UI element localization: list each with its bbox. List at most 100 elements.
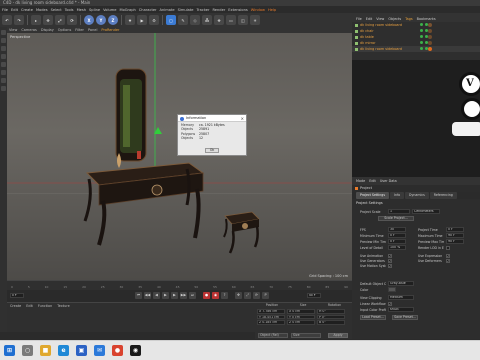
y-axis-button[interactable]: Y bbox=[96, 15, 106, 25]
autokey-icon[interactable]: ◉ bbox=[212, 292, 219, 299]
axis-mode-icon[interactable] bbox=[1, 70, 6, 75]
attribute-tab[interactable]: Project Settings bbox=[356, 192, 389, 199]
move-tool-icon[interactable]: ✥ bbox=[43, 15, 53, 25]
view-clipping-select[interactable]: Medium bbox=[388, 295, 414, 300]
redo-icon[interactable]: ↷ bbox=[14, 15, 24, 25]
cube-icon[interactable]: ▢ bbox=[166, 15, 176, 25]
value-field[interactable]: 90 F bbox=[446, 233, 464, 238]
load-preset-button[interactable]: Load Preset... bbox=[360, 315, 386, 320]
visibility-flags[interactable] bbox=[420, 35, 428, 38]
cinema4d-icon[interactable]: ◉ bbox=[130, 345, 141, 356]
scale-tool-icon[interactable]: ⤢ bbox=[55, 15, 65, 25]
windows-icon[interactable]: ⊞ bbox=[4, 345, 15, 356]
attributes-menu-item[interactable]: Edit bbox=[369, 177, 376, 185]
checkbox[interactable]: ✓ bbox=[388, 253, 392, 258]
rotation-h-field[interactable]: H 0° bbox=[317, 309, 345, 314]
rotation-p-field[interactable]: P 0° bbox=[317, 314, 345, 319]
visibility-flags[interactable] bbox=[420, 23, 428, 26]
close-icon[interactable]: × bbox=[241, 115, 244, 122]
attribute-tab[interactable]: Referencing bbox=[429, 192, 457, 199]
visibility-flags[interactable] bbox=[420, 29, 428, 32]
3d-viewport[interactable]: Perspective Grid Spacing : 100 cm bbox=[7, 33, 352, 280]
explorer-icon[interactable]: ■ bbox=[40, 345, 51, 356]
size-z-field[interactable]: Z 0 cm bbox=[287, 320, 315, 325]
z-axis-button[interactable]: Z bbox=[108, 15, 118, 25]
timeline-ruler[interactable]: 0 5 10 15 20 25 30 35 40 45 50 55 60 65 70 75 80 85 90 bbox=[7, 280, 352, 290]
checkbox[interactable]: ✓ bbox=[388, 258, 392, 263]
position-x-field[interactable]: X 7.786 cm bbox=[257, 309, 285, 314]
material-menu-item[interactable]: Function bbox=[38, 304, 52, 308]
end-frame-field[interactable]: 90 F bbox=[307, 293, 321, 298]
previous-key-icon[interactable]: ◀◀ bbox=[144, 292, 151, 299]
object-menu-item[interactable]: File bbox=[356, 17, 362, 21]
default-color-select[interactable]: Gray-Blue bbox=[388, 281, 414, 286]
linear-workflow-checkbox[interactable]: ✓ bbox=[388, 301, 392, 306]
array-icon[interactable]: ⁂ bbox=[202, 15, 212, 25]
object-menu-item[interactable]: Bookmarks bbox=[417, 17, 436, 21]
checkbox[interactable]: ✓ bbox=[388, 263, 392, 268]
material-tag-icon[interactable] bbox=[428, 47, 432, 51]
coordinate-mode-select[interactable]: Object (Rel) bbox=[258, 333, 288, 338]
polygons-mode-icon[interactable] bbox=[1, 46, 6, 51]
object-menu-item[interactable]: Tags bbox=[405, 17, 413, 21]
deformer-icon[interactable]: ❖ bbox=[214, 15, 224, 25]
material-tag-icon[interactable] bbox=[428, 23, 432, 27]
mail-icon[interactable]: ✉ bbox=[94, 345, 105, 356]
value-field[interactable]: 0 F bbox=[446, 227, 464, 232]
camera-icon[interactable]: ◫ bbox=[238, 15, 248, 25]
object-row[interactable]: dk living room sideboard bbox=[352, 46, 480, 52]
scale-key-icon[interactable]: ⤢ bbox=[244, 292, 251, 299]
record-icon[interactable]: ● bbox=[203, 292, 210, 299]
workplane-icon[interactable] bbox=[1, 86, 6, 91]
rotate-tool-icon[interactable]: ⟳ bbox=[67, 15, 77, 25]
visibility-flags[interactable] bbox=[420, 41, 428, 44]
visibility-flags[interactable] bbox=[420, 47, 428, 50]
next-key-icon[interactable]: ▶▶ bbox=[180, 292, 187, 299]
rotation-b-field[interactable]: B 0° bbox=[317, 320, 345, 325]
attributes-menu-item[interactable]: User Data bbox=[380, 177, 397, 185]
size-x-field[interactable]: X 0 cm bbox=[287, 309, 315, 314]
model-mode-icon[interactable] bbox=[1, 54, 6, 59]
material-menu-item[interactable]: Create bbox=[10, 304, 21, 308]
subdivision-icon[interactable]: ◇ bbox=[190, 15, 200, 25]
ok-button[interactable]: Ok bbox=[205, 148, 219, 153]
search-icon[interactable]: ○ bbox=[22, 345, 33, 356]
rotate-key-icon[interactable]: ⟳ bbox=[253, 292, 260, 299]
checkbox[interactable] bbox=[446, 245, 450, 250]
editor-visible-dot[interactable] bbox=[420, 23, 423, 26]
save-preset-button[interactable]: Save Preset... bbox=[392, 315, 418, 320]
move-key-icon[interactable]: ✥ bbox=[235, 292, 242, 299]
editor-visible-dot[interactable] bbox=[420, 29, 423, 32]
x-axis-button[interactable]: X bbox=[84, 15, 94, 25]
keyframe-selection-icon[interactable]: ? bbox=[221, 292, 228, 299]
undo-icon[interactable]: ↶ bbox=[2, 15, 12, 25]
light-icon[interactable]: ☀ bbox=[250, 15, 260, 25]
input-color-profile-select[interactable]: sRGB bbox=[388, 307, 414, 312]
go-to-start-icon[interactable]: ⏮ bbox=[135, 292, 142, 299]
editor-visible-dot[interactable] bbox=[420, 41, 423, 44]
edge-icon[interactable]: e bbox=[58, 345, 69, 356]
value-field[interactable]: 0 F bbox=[388, 233, 406, 238]
value-field[interactable]: 90 F bbox=[446, 239, 464, 244]
project-scale-unit-select[interactable]: Centimeters bbox=[412, 209, 440, 214]
value-field[interactable]: 30 bbox=[388, 227, 406, 232]
apply-button[interactable]: Apply bbox=[328, 333, 348, 338]
current-frame-field[interactable]: 0 F bbox=[10, 293, 24, 298]
value-field[interactable]: 0 F bbox=[388, 239, 406, 244]
pen-icon[interactable]: ✎ bbox=[178, 15, 188, 25]
material-menu-item[interactable]: Edit bbox=[26, 304, 33, 308]
position-y-field[interactable]: Y 18.451 cm bbox=[257, 314, 285, 319]
scale-project-button[interactable]: Scale Project... bbox=[378, 216, 414, 221]
object-menu-item[interactable]: Edit bbox=[366, 17, 373, 21]
previous-frame-icon[interactable]: ◀ bbox=[153, 292, 160, 299]
material-tag-icon[interactable] bbox=[428, 35, 432, 39]
param-key-icon[interactable]: P bbox=[262, 292, 269, 299]
checkbox[interactable]: ✓ bbox=[446, 258, 450, 263]
texture-mode-icon[interactable] bbox=[1, 62, 6, 67]
value-field[interactable]: 100 % bbox=[388, 245, 406, 250]
object-menu-item[interactable]: Objects bbox=[388, 17, 401, 21]
object-menu-item[interactable]: View bbox=[376, 17, 384, 21]
next-frame-icon[interactable]: ▶ bbox=[171, 292, 178, 299]
material-tag-icon[interactable] bbox=[428, 29, 432, 33]
edges-mode-icon[interactable] bbox=[1, 38, 6, 43]
